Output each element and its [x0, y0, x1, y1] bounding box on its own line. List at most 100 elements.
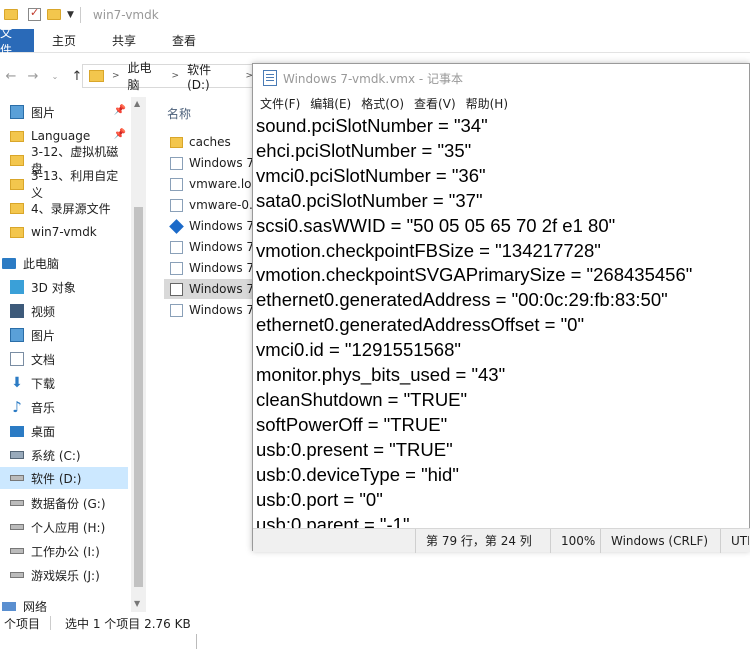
nav-item-label: 下载 — [31, 376, 56, 391]
nav-item-documents[interactable]: 文档 — [0, 348, 128, 370]
nav-item-folder[interactable]: 3-13、利用自定义 — [0, 169, 128, 200]
nav-item-pictures-pinned[interactable]: 图片 📌 — [0, 101, 128, 123]
nav-item-this-pc[interactable]: 此电脑 — [0, 252, 128, 274]
nav-item-drive-c[interactable]: 系统 (C:) — [0, 444, 128, 466]
folder-icon — [89, 70, 104, 82]
nav-pane-scrollbar[interactable]: ▲ ▼ — [131, 97, 146, 612]
text-line: usb:0.parent = "-1" — [256, 513, 410, 530]
column-header-name[interactable]: 名称 — [167, 105, 191, 122]
menu-file[interactable]: 文件(F) — [260, 95, 300, 112]
nav-item-win7-vmdk[interactable]: win7-vmdk — [0, 221, 128, 243]
nav-item-label: Language — [31, 129, 91, 143]
list-item-selected[interactable]: Windows 7 — [164, 279, 260, 299]
menu-edit[interactable]: 编辑(E) — [310, 95, 351, 112]
line-ending: Windows (CRLF) — [600, 528, 720, 553]
properties-icon[interactable] — [28, 6, 41, 21]
nav-item-network[interactable]: 网络 — [0, 595, 128, 612]
text-line: vmci0.pciSlotNumber = "36" — [256, 164, 486, 186]
nav-item-pictures[interactable]: 图片 — [0, 324, 128, 346]
documents-icon — [10, 352, 24, 366]
list-item[interactable]: Windows 7 — [164, 300, 260, 320]
nav-item-label: 图片 — [31, 105, 56, 120]
nav-item-label: 4、录屏源文件 — [31, 201, 111, 216]
divider — [196, 634, 197, 649]
tab-file[interactable]: 文件 — [0, 26, 34, 57]
nav-item-3d-objects[interactable]: 3D 对象 — [0, 276, 128, 298]
encoding: UTF — [720, 528, 749, 553]
cursor-position: 第 79 行，第 24 列 — [415, 528, 550, 553]
separator — [50, 616, 52, 630]
file-name: Windows 7 — [189, 303, 255, 317]
text-line: usb:0.present = "TRUE" — [256, 438, 453, 460]
list-item[interactable]: Windows 7 — [164, 258, 260, 278]
document-icon — [170, 156, 183, 170]
text-line: ehci.pciSlotNumber = "35" — [256, 139, 472, 161]
notepad-title-bar[interactable]: Windows 7-vmdk.vmx - 记事本 — [253, 64, 749, 92]
window-bottom-edge — [0, 634, 750, 649]
nav-item-videos[interactable]: 视频 — [0, 300, 128, 322]
vmware-vm-icon — [169, 218, 184, 234]
this-pc-icon — [2, 257, 16, 269]
list-item[interactable]: Windows 7 — [164, 153, 260, 173]
menu-format[interactable]: 格式(O) — [361, 95, 404, 112]
music-icon: ♪ — [12, 398, 22, 416]
chevron-right-icon[interactable]: > — [112, 71, 120, 81]
file-name: Windows 7 — [189, 282, 255, 296]
tab-home[interactable]: 主页 — [34, 29, 94, 52]
list-item[interactable]: Windows 7 — [164, 216, 260, 236]
scroll-up-icon[interactable]: ▲ — [134, 99, 140, 108]
nav-item-label: win7-vmdk — [31, 225, 97, 239]
text-line: sata0.pciSlotNumber = "37" — [256, 189, 483, 211]
back-arrow-icon[interactable]: ← — [0, 69, 22, 84]
menu-view[interactable]: 查看(V) — [414, 95, 456, 112]
new-folder-icon[interactable] — [47, 9, 61, 20]
list-item[interactable]: caches — [164, 132, 260, 152]
quick-access-dropdown-icon[interactable]: ▼ — [67, 10, 74, 20]
nav-item-drive-j[interactable]: 游戏娱乐 (J:) — [0, 564, 128, 586]
forward-arrow-icon[interactable]: → — [22, 69, 44, 84]
explorer-status-bar: 个项目 选中 1 个项目 2.76 KB — [0, 612, 750, 634]
nav-item-desktop[interactable]: 桌面 — [0, 420, 128, 442]
text-line: ethernet0.generatedAddress = "00:0c:29:f… — [256, 289, 668, 311]
chevron-right-icon[interactable]: > — [172, 71, 180, 81]
breadcrumb-drive-d[interactable]: 软件 (D:) — [187, 61, 237, 92]
nav-item-drive-h[interactable]: 个人应用 (H:) — [0, 516, 128, 538]
nav-item-label: 文档 — [31, 352, 56, 367]
text-line: monitor.phys_bits_used = "43" — [256, 364, 506, 386]
drive-icon — [10, 475, 24, 481]
nav-item-drive-i[interactable]: 工作办公 (I:) — [0, 540, 128, 562]
list-item[interactable]: vmware.log — [164, 174, 260, 194]
nav-item-label: 工作办公 (I:) — [31, 544, 100, 559]
address-bar[interactable]: > 此电脑 > 软件 (D:) > — [82, 61, 262, 92]
folder-icon — [10, 178, 24, 190]
document-icon — [170, 177, 183, 191]
nav-item-music[interactable]: ♪ 音乐 — [0, 396, 128, 418]
3d-objects-icon — [10, 280, 24, 294]
scrollbar-thumb[interactable] — [134, 207, 143, 587]
nav-item-label: 桌面 — [31, 424, 56, 439]
recent-dropdown-icon[interactable]: ⌄ — [44, 72, 66, 81]
ribbon-tabs: 文件 主页 共享 查看 — [0, 26, 750, 57]
scroll-down-icon[interactable]: ▼ — [134, 599, 140, 608]
tab-view[interactable]: 查看 — [154, 29, 214, 52]
nav-item-downloads[interactable]: ⬇ 下载 — [0, 372, 128, 394]
network-icon — [2, 601, 16, 611]
downloads-icon: ⬇ — [11, 375, 23, 391]
list-item[interactable]: Windows 7 — [164, 237, 260, 257]
nav-item-label: 网络 — [23, 599, 48, 613]
nav-item-drive-g[interactable]: 数据备份 (G:) — [0, 492, 128, 514]
drive-icon — [10, 572, 24, 578]
nav-item-drive-d[interactable]: 软件 (D:) — [0, 467, 128, 489]
separator — [79, 6, 81, 23]
notepad-text-area[interactable]: sound.pciSlotNumber = "34" ehci.pciSlotN… — [253, 114, 750, 529]
nav-item-folder[interactable]: 4、录屏源文件 — [0, 197, 128, 219]
document-icon — [170, 240, 183, 254]
text-line: vmotion.checkpointSVGAPrimarySize = "268… — [256, 264, 693, 286]
pictures-icon — [10, 105, 24, 119]
menu-help[interactable]: 帮助(H) — [466, 95, 508, 112]
file-name: caches — [189, 135, 231, 149]
tab-share[interactable]: 共享 — [94, 29, 154, 52]
breadcrumb-this-pc[interactable]: 此电脑 — [128, 59, 164, 93]
list-item[interactable]: vmware-0.lo — [164, 195, 260, 215]
navigation-pane: 图片 📌 Language 📌 3-12、虚拟机磁盘 3-13、利用自定义 4、… — [0, 97, 146, 612]
